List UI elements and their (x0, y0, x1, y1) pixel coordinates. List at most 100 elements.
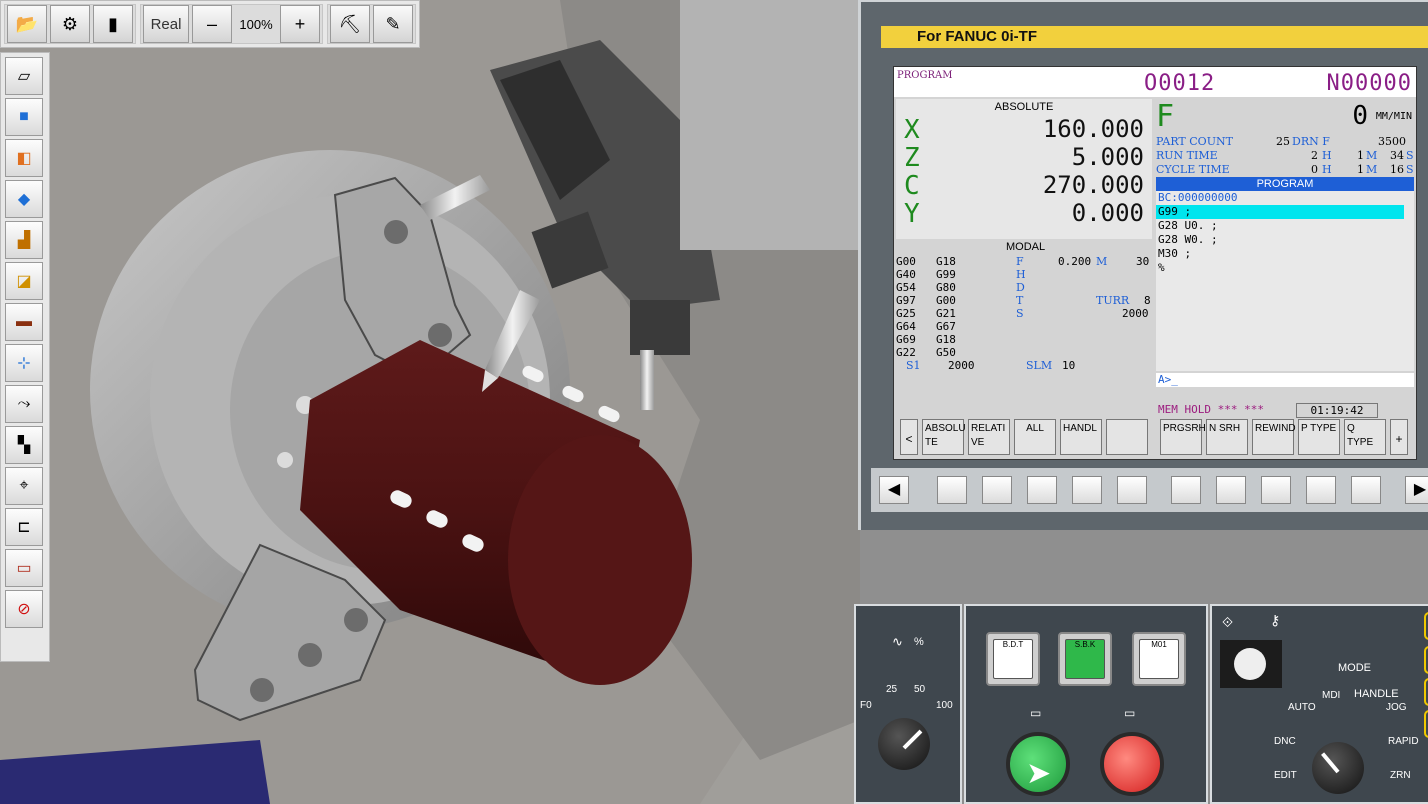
feed-hold-button[interactable] (1100, 732, 1164, 796)
workpiece-button[interactable]: ◪ (5, 262, 43, 300)
hw-left-arrow-button[interactable]: ◀ (879, 476, 909, 504)
measure-button[interactable]: ⌖ (5, 467, 43, 505)
cut-view-button[interactable]: ▭ (5, 549, 43, 587)
hw-softkey-4[interactable] (1072, 476, 1102, 504)
axis-name: C (904, 171, 920, 201)
feed-override-knob[interactable] (878, 718, 930, 770)
softkey-bar: < ABSOLU TE RELATI VE ALL HANDL PRGSRH N… (896, 419, 1414, 457)
override-tick: F0 (860, 700, 872, 711)
softkey-blank[interactable] (1106, 419, 1148, 455)
bdt-button[interactable]: B.D.T (986, 632, 1040, 686)
modal-gcode: G99 (936, 268, 956, 281)
hw-softkey-10[interactable] (1351, 476, 1381, 504)
view-iso-button[interactable]: ◆ (5, 180, 43, 218)
sbk-button[interactable]: S.B.K (1058, 632, 1112, 686)
view-top-button[interactable]: ▱ (5, 57, 43, 95)
modal-gcode: G64 (896, 320, 916, 333)
machine-3d-view[interactable] (0, 0, 860, 804)
chuck-view-button[interactable]: ⚙ (50, 5, 90, 43)
side-button-3[interactable] (1424, 678, 1428, 706)
mode-rapid[interactable]: RAPID (1388, 736, 1419, 747)
softkey-qtype[interactable]: Q TYPE (1344, 419, 1386, 455)
mode-title: MODE (1338, 662, 1371, 674)
axis-name: Y (904, 199, 920, 229)
hw-softkey-6[interactable] (1171, 476, 1201, 504)
softkey-prgsrh[interactable]: PRGSRH (1160, 419, 1206, 455)
modal-gcode: G40 (896, 268, 916, 281)
tool-path-view-button[interactable]: ⤳ (5, 385, 43, 423)
caliper-button[interactable]: ⊏ (5, 508, 43, 546)
hw-softkey-7[interactable] (1216, 476, 1246, 504)
feed-letter: F (1156, 99, 1175, 134)
softkey-nsrh[interactable]: N SRH (1206, 419, 1248, 455)
softkey-relative[interactable]: RELATI VE (968, 419, 1010, 455)
stock-icon: ▬ (16, 313, 32, 330)
mode-edit[interactable]: EDIT (1274, 770, 1297, 781)
softkey-ptype[interactable]: P TYPE (1298, 419, 1340, 455)
real-size-button[interactable]: Real (143, 5, 189, 43)
m01-button[interactable]: M01 (1132, 632, 1186, 686)
machine-setup-button[interactable]: ▚ (5, 426, 43, 464)
axes-button[interactable]: ⊹ (5, 344, 43, 382)
softkey-absolute[interactable]: ABSOLU TE (922, 419, 966, 455)
hw-softkey-9[interactable] (1306, 476, 1336, 504)
program-panel: PROGRAM BC:000000000 G99 ; G28 U0. ; G28… (1156, 177, 1414, 371)
side-button-2[interactable] (1424, 646, 1428, 674)
hw-softkey-8[interactable] (1261, 476, 1291, 504)
hw-softkey-5[interactable] (1117, 476, 1147, 504)
cube-side-icon: ◧ (16, 150, 32, 167)
zoom-in-button[interactable]: + (280, 5, 320, 43)
axis-row-x: X 160.000 (904, 115, 1144, 145)
feed-override-panel: ∿ % F0 25 50 100 (854, 604, 962, 804)
status-line: MEM HOLD *** *** 01:19:42 (1156, 403, 1414, 418)
tool-change-button[interactable]: ⛏ (330, 5, 370, 43)
tool-holder-icon: ⛏ (338, 13, 362, 34)
counter-value: 2 (1311, 149, 1318, 162)
mode-dnc[interactable]: DNC (1274, 736, 1296, 747)
modal-title: MODAL (1006, 241, 1046, 253)
mode-select-knob[interactable] (1312, 742, 1364, 794)
view-front-button[interactable]: ■ (5, 98, 43, 136)
hw-softkey-1[interactable] (937, 476, 967, 504)
mode-jog[interactable]: JOG (1386, 702, 1407, 713)
softkey-next[interactable]: + (1390, 419, 1408, 455)
modal-label: S (1016, 307, 1024, 320)
axis-name: Z (904, 143, 920, 173)
softkey-all[interactable]: ALL (1014, 419, 1056, 455)
side-toolbar: ▱ ■ ◧ ◆ ▟ ◪ ▬ ⊹ ⤳ ▚ ⌖ ⊏ ▭ ⊘ (0, 52, 50, 662)
hw-softkey-3[interactable] (1027, 476, 1057, 504)
view-side-button[interactable]: ◧ (5, 139, 43, 177)
mode-handle[interactable]: HANDLE (1354, 688, 1399, 700)
modal-gcode: G80 (936, 281, 956, 294)
run-time-row: RUN TIME 2 H 1 M 34 S (1156, 149, 1414, 163)
counter-value: 1 (1357, 163, 1364, 176)
hw-softkey-2[interactable] (982, 476, 1012, 504)
mode-auto[interactable]: AUTO (1288, 702, 1316, 713)
mode-zrn[interactable]: ZRN (1390, 770, 1411, 781)
program-line-current[interactable]: G99 ; (1156, 205, 1404, 219)
softkey-rewind[interactable]: REWIND (1252, 419, 1296, 455)
tool-group: ⛏ ✎ (327, 4, 416, 44)
axis-row-c: C 270.000 (904, 171, 1144, 201)
side-button-4[interactable] (1424, 710, 1428, 738)
input-line[interactable]: A>_ (1156, 373, 1414, 387)
override-percent-label: % (914, 636, 924, 648)
side-button-1[interactable] (1424, 612, 1428, 640)
machine-view-button[interactable]: ▟ (5, 221, 43, 259)
mode-mdi[interactable]: MDI (1322, 690, 1340, 701)
zoom-out-button[interactable]: – (192, 5, 232, 43)
key-switch[interactable] (1220, 640, 1282, 688)
collision-off-button[interactable]: ⊘ (5, 590, 43, 628)
modal-gcode: G54 (896, 281, 916, 294)
open-file-button[interactable]: 📂 (7, 5, 47, 43)
hw-right-arrow-button[interactable]: ▶ (1405, 476, 1428, 504)
softkey-handle[interactable]: HANDL (1060, 419, 1102, 455)
probe-icon: ⌖ (19, 477, 29, 494)
stock-view-button[interactable]: ▮ (93, 5, 133, 43)
modal-label: T (1016, 294, 1024, 307)
mode-select-panel: ⟐ ⚷ MODE AUTO MDI HANDLE JOG DNC RAPID E… (1210, 604, 1428, 804)
softkey-prev[interactable]: < (900, 419, 918, 455)
tool-path-button[interactable]: ✎ (373, 5, 413, 43)
sbk-label: S.B.K (1074, 640, 1096, 649)
stock-button[interactable]: ▬ (5, 303, 43, 341)
